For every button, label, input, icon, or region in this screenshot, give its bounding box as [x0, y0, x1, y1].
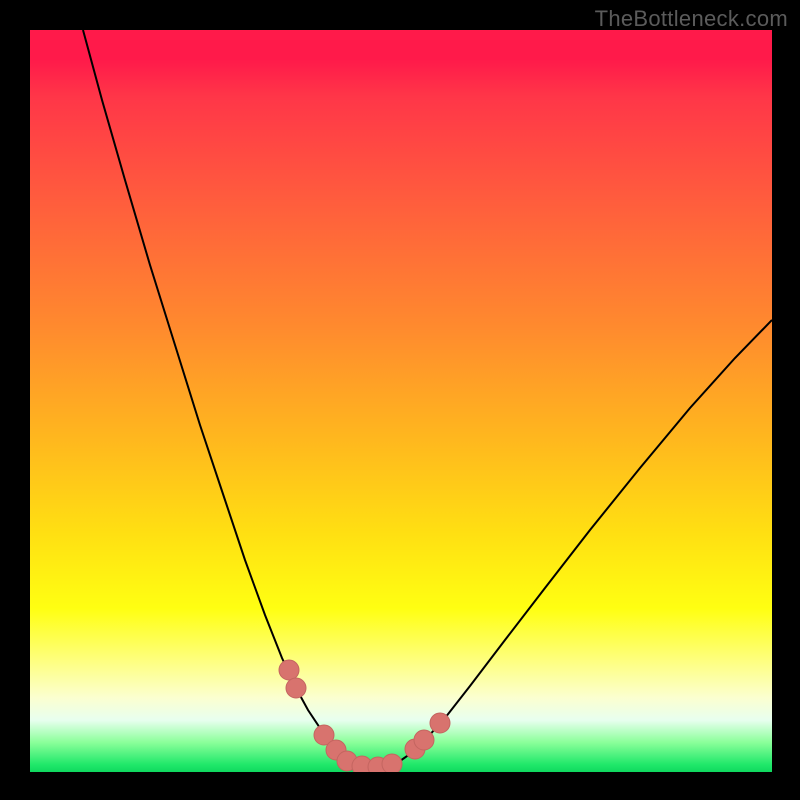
data-marker [286, 678, 306, 698]
data-marker [382, 754, 402, 772]
right-curve-path [400, 320, 772, 761]
data-marker [430, 713, 450, 733]
gradient-plot-area [30, 30, 772, 772]
left-curve-path [83, 30, 347, 761]
curve-canvas [30, 30, 772, 772]
marker-group [279, 660, 450, 772]
data-marker [414, 730, 434, 750]
watermark-text: TheBottleneck.com [595, 6, 788, 32]
data-marker [279, 660, 299, 680]
chart-frame: TheBottleneck.com [0, 0, 800, 800]
